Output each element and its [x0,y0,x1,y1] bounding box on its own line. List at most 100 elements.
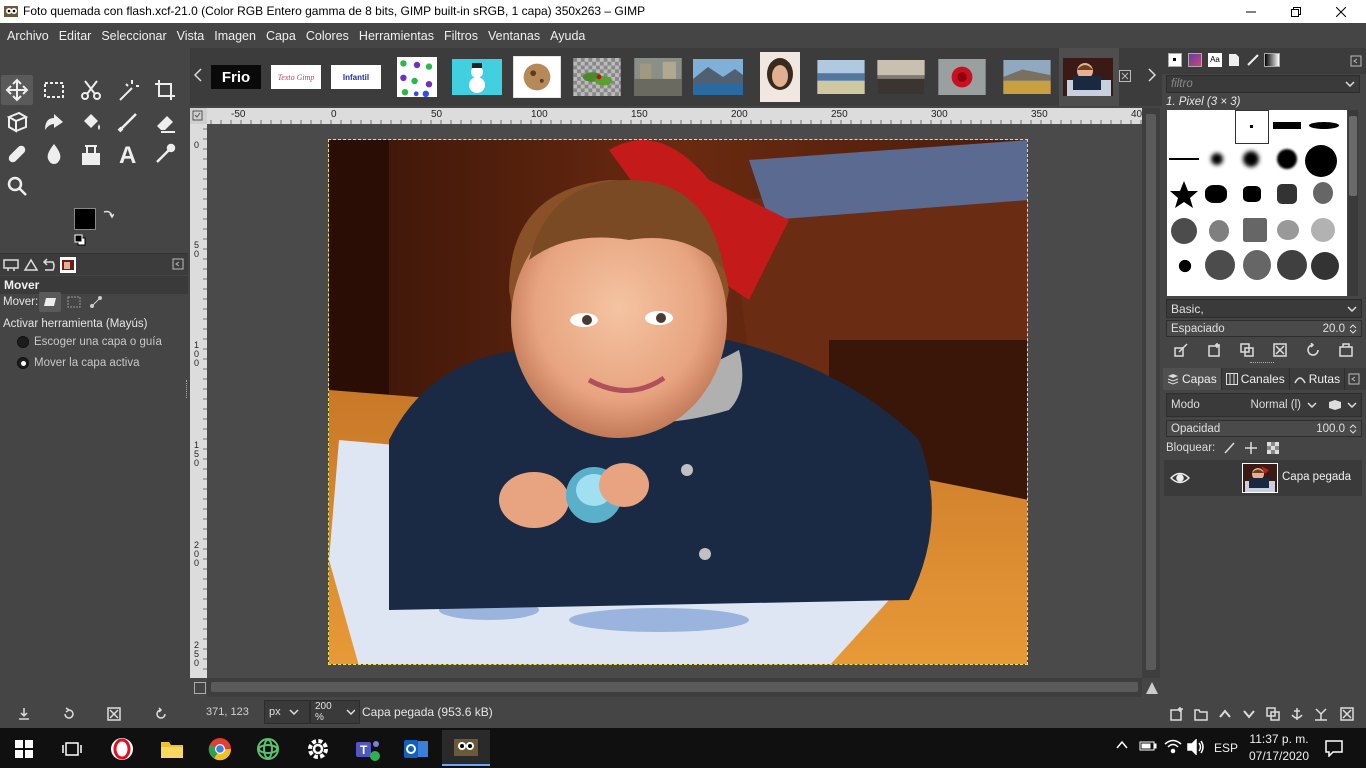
brush-ellipse[interactable] [1309,122,1339,129]
gradients-tab-icon[interactable] [1264,53,1280,67]
image-tab-snowman[interactable] [448,52,506,102]
rect-select-icon[interactable] [38,75,70,105]
horizontal-scrollbar-thumb[interactable] [211,682,1138,692]
device-status-tab-icon[interactable] [23,258,39,272]
radio-move-active-layer[interactable] [17,357,29,369]
brush-splatter-3[interactable] [1277,184,1297,204]
crop-icon[interactable] [149,75,181,105]
brush-net-3[interactable] [1243,250,1271,280]
configure-tab-icon[interactable] [172,258,184,270]
brush-hard-large[interactable] [1305,145,1337,177]
menu-vista[interactable]: Vista [172,29,210,43]
horizontal-scrollbar[interactable] [207,678,1142,697]
move-path-mode-icon[interactable] [86,292,106,312]
move-tool-icon[interactable] [1,75,33,105]
opera-browser-icon[interactable] [98,732,146,766]
default-colors-icon[interactable] [74,234,86,246]
file-explorer-icon[interactable] [148,732,196,766]
show-hidden-icons-chevron-icon[interactable] [1116,741,1128,749]
menu-ayuda[interactable]: Ayuda [545,29,590,43]
brush-net-4[interactable] [1277,250,1307,280]
brush-hard-medium[interactable] [1277,149,1297,169]
teams-app-icon[interactable]: T [344,732,392,766]
brush-fuzzy-small[interactable] [1211,153,1223,165]
image-tab-holly[interactable] [568,52,626,102]
gimp-taskbar-icon[interactable] [442,730,490,766]
tabs-scroll-right-icon[interactable] [1148,68,1156,82]
layer-mode-selector[interactable]: Normal (l) [1251,399,1301,411]
ruler-corner[interactable] [190,108,207,124]
scissors-icon[interactable] [75,75,107,105]
dock-resize-handle[interactable] [1250,362,1274,365]
brush-net-5[interactable] [1311,252,1339,280]
lock-position-icon[interactable] [1245,442,1258,454]
paintbrush-icon[interactable] [112,107,144,137]
brush-splatter-2[interactable] [1243,186,1261,202]
brush-fuzzy-medium[interactable] [1243,151,1259,167]
input-language[interactable]: ESP [1214,741,1238,755]
move-layer-mode-icon[interactable] [39,292,61,312]
network-wifi-icon[interactable] [1164,738,1182,754]
clock-time[interactable]: 11:37 p. m. [1248,732,1310,746]
photo-layer[interactable] [328,139,1028,665]
minimize-button[interactable] [1228,0,1274,23]
images-tab-icon[interactable] [60,257,76,273]
option-pick-layer[interactable]: Escoger una capa o guía [17,336,162,348]
spin-arrows-icon[interactable] [1349,423,1357,435]
brush-filter-input[interactable]: filtro [1166,75,1360,93]
menu-ventanas[interactable]: Ventanas [483,29,545,43]
zoom-selector[interactable]: 200 % [310,700,360,724]
brush-splatter-4[interactable] [1313,182,1333,204]
vertical-ruler[interactable]: 0 5 0 1 0 0 1 5 0 2 0 0 2 5 0 [190,124,207,678]
eraser-icon[interactable] [149,107,181,137]
color-picker-icon[interactable] [149,139,181,169]
heal-icon[interactable] [1,139,33,169]
brush-spacing-slider[interactable]: Espaciado 20.0 [1166,320,1362,337]
notifications-icon[interactable] [1325,739,1343,757]
atom-app-icon[interactable] [244,732,292,766]
image-tab-lake[interactable] [689,52,747,102]
brushes-tab-icon[interactable] [1168,53,1182,67]
task-view-icon[interactable] [48,732,96,766]
duplicate-brush-icon[interactable] [1240,343,1254,357]
brush-grid[interactable] [1167,110,1347,296]
settings-gear-icon[interactable] [294,732,342,766]
smudge-icon[interactable] [38,139,70,169]
chrome-browser-icon[interactable] [196,732,244,766]
brush-texture-1[interactable] [1171,218,1197,244]
delete-layer-icon[interactable] [1340,707,1354,721]
lock-pixels-icon[interactable] [1223,442,1235,454]
close-image-tab-icon[interactable] [1119,70,1131,82]
anchor-layer-icon[interactable] [1290,707,1304,721]
zoom-icon[interactable] [1,171,33,201]
option-move-active-layer[interactable]: Mover la capa activa [17,357,139,369]
unified-transform-icon[interactable] [1,107,33,137]
image-tab-beach[interactable] [812,52,870,102]
swap-colors-icon[interactable] [102,208,114,220]
save-tool-preset-icon[interactable] [17,707,31,721]
brush-tag-selector[interactable]: Basic, [1166,299,1362,318]
warp-transform-icon[interactable] [38,107,70,137]
menu-imagen[interactable]: Imagen [209,29,261,43]
vertical-scrollbar[interactable] [1142,108,1160,678]
image-tab-woman[interactable] [751,52,809,102]
tool-options-tab-icon[interactable] [3,258,19,272]
menu-colores[interactable]: Colores [301,29,354,43]
clone-icon[interactable] [75,139,107,169]
visibility-eye-icon[interactable] [1170,471,1190,485]
menu-herramientas[interactable]: Herramientas [354,29,439,43]
horizontal-ruler[interactable]: -50 0 50 100 150 200 250 300 350 40 [207,108,1142,124]
tab-canales[interactable]: Canales [1221,368,1290,390]
brush-net-1[interactable] [1171,252,1199,280]
panel-resize-handle[interactable] [186,380,189,398]
image-tab-street[interactable] [629,52,687,102]
brush-block[interactable] [1273,122,1301,129]
move-selection-mode-icon[interactable] [64,292,84,312]
image-tab-infantil[interactable]: Infantil [327,52,385,102]
navigate-image-icon[interactable] [1145,681,1159,695]
configure-brushes-tab-icon[interactable] [1350,55,1362,67]
image-tab-stars[interactable] [388,52,446,102]
menu-capa[interactable]: Capa [261,29,301,43]
composite-mode-icon[interactable] [1327,398,1343,412]
menu-archivo[interactable]: Archivo [2,29,54,43]
